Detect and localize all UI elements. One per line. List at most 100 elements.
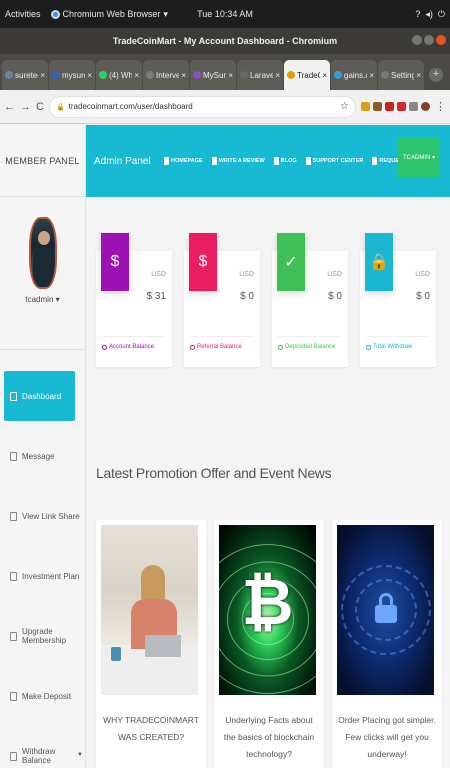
sidebar-item-dashboard[interactable]: Dashboard [4, 371, 75, 421]
activities-button[interactable]: Activities [5, 9, 41, 19]
close-tab-icon[interactable]: × [369, 71, 374, 80]
stat-label[interactable]: Total Withdraw [366, 344, 412, 350]
close-tab-icon[interactable]: × [322, 71, 327, 80]
stat-card: ✓ USD $ 0 Deposited Balance [272, 233, 348, 367]
avatar[interactable] [28, 217, 57, 289]
tab-label: Laravel 5 [250, 70, 274, 80]
address-bar[interactable]: 🔒 tradecoinmart.com/user/dashboard ☆ [48, 95, 356, 118]
stat-label-text: Referral Balance [197, 344, 242, 350]
sidebar-item-upgrade-membership[interactable]: Upgrade Membership [0, 606, 85, 666]
new-tab-button[interactable]: + [429, 68, 443, 82]
close-tab-icon[interactable]: × [275, 71, 280, 80]
extension-icon[interactable] [373, 102, 382, 111]
stat-label-icon [190, 344, 195, 350]
sidebar-menu: Dashboard Message View Link Share Investmen… [0, 350, 85, 768]
maximize-button[interactable] [424, 35, 434, 45]
reload-button[interactable]: C [36, 101, 44, 113]
system-top-bar: Activities Chromium Web Browser ▾ Tue 10… [0, 0, 450, 28]
news-image-security[interactable] [337, 525, 434, 695]
image-detail [111, 647, 121, 661]
extension-icon[interactable] [361, 102, 370, 111]
close-window-button[interactable] [436, 35, 446, 45]
star-icon[interactable]: ☆ [340, 101, 349, 112]
url-text[interactable]: tradecoinmart.com/user/dashboard [69, 102, 336, 111]
favicon-icon [52, 71, 60, 79]
forward-button[interactable]: → [20, 101, 31, 113]
stat-unit: USD [327, 271, 342, 278]
news-card[interactable]: WHY TRADECOINMART WAS CREATED? [96, 520, 206, 768]
favicon-icon [287, 71, 295, 79]
profile-icon[interactable] [421, 102, 430, 111]
nav-link-write-a-review[interactable]: WRITE A REVIEW [211, 157, 265, 165]
close-tab-icon[interactable]: × [181, 71, 186, 80]
browser-tab[interactable]: Settings - F× [378, 60, 424, 90]
sidebar-item-investment-plan[interactable]: Investment Plan [0, 546, 85, 606]
back-button[interactable]: ← [4, 101, 15, 113]
news-image-office[interactable] [101, 525, 198, 695]
menu-item-icon [10, 511, 17, 521]
stat-label[interactable]: Referral Balance [190, 344, 242, 350]
minimize-button[interactable] [412, 35, 422, 45]
chevron-down-icon: ▾ [163, 8, 168, 19]
news-card-title[interactable]: Order Placing got simpler. Few clicks wi… [338, 712, 436, 763]
sidebar-item-message[interactable]: Message [0, 426, 85, 486]
user-menu-button[interactable]: TCADMIN ▾ [398, 137, 440, 177]
nav-link-support-center[interactable]: SUPPORT CENTER [305, 157, 363, 165]
system-tray[interactable]: ? ◂) ⏻ [415, 9, 445, 20]
stat-label-icon [278, 344, 283, 350]
help-icon: ? [415, 8, 421, 19]
username-dropdown[interactable]: tcadmin ▾ [25, 295, 59, 304]
extension-icon[interactable] [385, 102, 394, 111]
chromium-icon [50, 9, 60, 19]
stat-icon: $ [101, 233, 129, 291]
tab-label: suretee.co [15, 70, 38, 80]
browser-tab[interactable]: suretee.co× [2, 60, 48, 90]
news-image-bitcoin[interactable]: ₿ [219, 525, 316, 695]
browser-menu-button[interactable]: ⋮ [435, 100, 446, 113]
tab-label: Interventio [156, 70, 180, 80]
image-detail [141, 565, 165, 601]
close-tab-icon[interactable]: × [87, 71, 92, 80]
extension-icon[interactable] [409, 102, 418, 111]
close-tab-icon[interactable]: × [40, 71, 45, 80]
web-page: MEMBER PANEL tcadmin ▾ Dashboard Message V… [0, 125, 450, 768]
stat-value: $ 0 [416, 291, 430, 302]
sidebar-item-label: Investment Plan [22, 571, 80, 581]
app-menu[interactable]: Chromium Web Browser ▾ [50, 8, 168, 20]
sidebar-item-view-link-share[interactable]: View Link Share [0, 486, 85, 546]
padlock-body [375, 605, 397, 623]
browser-tab[interactable]: mysuretee× [49, 60, 95, 90]
news-card-title[interactable]: Underlying Facts about the basics of blo… [220, 712, 318, 763]
stat-label-icon [366, 344, 371, 350]
browser-tab[interactable]: Interventio× [143, 60, 189, 90]
sidebar-item-withdraw-balance[interactable]: Withdraw Balance [0, 726, 85, 768]
stat-label[interactable]: Account Balance [102, 344, 154, 350]
sidebar-item-make-deposit[interactable]: Make Deposit [0, 666, 85, 726]
browser-tab[interactable]: gains.dou× [331, 60, 377, 90]
sidebar-item-label: Message [22, 451, 55, 461]
close-tab-icon[interactable]: × [416, 71, 421, 80]
nav-link-blog[interactable]: BLOG [273, 157, 297, 165]
sidebar-item-label: Dashboard [22, 391, 62, 401]
extension-icon[interactable] [397, 102, 406, 111]
browser-tab[interactable]: MySuretee× [190, 60, 236, 90]
favicon-icon [5, 71, 13, 79]
scroll-down-icon[interactable]: ▼ [77, 752, 83, 758]
browser-tab[interactable]: (4) WhatsA× [96, 60, 142, 90]
nav-link-icon [211, 157, 217, 165]
close-tab-icon[interactable]: × [228, 71, 233, 80]
stat-label[interactable]: Deposited Balance [278, 344, 335, 350]
bitcoin-icon: ₿ [241, 566, 294, 640]
news-card[interactable]: ₿ Underlying Facts about the basics of b… [214, 520, 324, 768]
profile-section: tcadmin ▾ [0, 197, 85, 350]
nav-link-homepage[interactable]: HOMEPAGE [164, 157, 203, 165]
window-controls [412, 35, 446, 45]
admin-panel-title: Admin Panel [94, 155, 151, 167]
browser-tab[interactable]: Laravel 5× [237, 60, 283, 90]
close-tab-icon[interactable]: × [134, 71, 139, 80]
stat-value: $ 0 [240, 291, 254, 302]
news-card[interactable]: Order Placing got simpler. Few clicks wi… [332, 520, 442, 768]
browser-tab[interactable]: TradeCoin× [284, 60, 330, 90]
nav-link-label: BLOG [280, 158, 297, 164]
news-card-title[interactable]: WHY TRADECOINMART WAS CREATED? [102, 712, 200, 746]
